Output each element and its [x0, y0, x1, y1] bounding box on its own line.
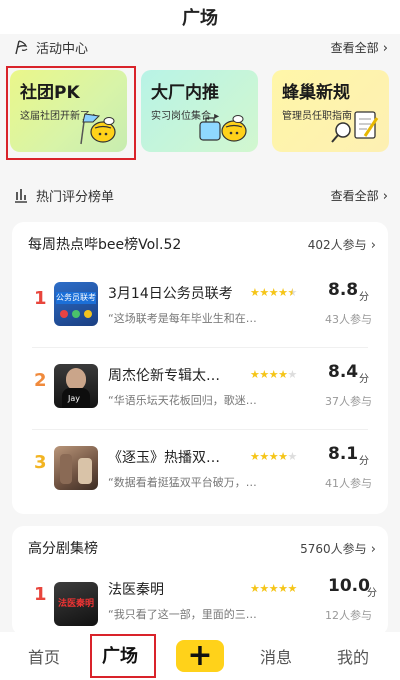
star-icon: ★	[268, 286, 279, 299]
score-unit: 分	[359, 374, 369, 385]
rank-number: 3	[34, 452, 47, 473]
item-participants: 12人参与	[325, 609, 372, 622]
list-header[interactable]: 高分剧集榜 5760人参与	[12, 526, 388, 570]
list-title: 高分剧集榜	[28, 541, 98, 557]
star-icon: ★	[259, 450, 269, 463]
star-icon: ★	[250, 368, 260, 381]
magnifier-notebook-icon	[331, 111, 379, 143]
page-title: 广场	[182, 8, 218, 29]
activity-card-title: 大厂内推	[151, 83, 219, 103]
star-icon: ★	[278, 582, 288, 595]
add-post-button[interactable]: +	[176, 640, 224, 672]
star-icon: ★	[268, 450, 279, 463]
item-quote: “我只看了这一部，里面的三…	[108, 608, 257, 621]
activity-cards: 社团PK 这届社团开新了 大厂内推 实习岗位集合 蜂巢新规 管理员任职指南	[10, 66, 390, 154]
item-participants: 41人参与	[325, 477, 372, 490]
tab-messages[interactable]: 消息	[260, 644, 292, 668]
item-title: 《逐玉》热播双…	[108, 450, 220, 466]
thumbnail-label: 法医秦明	[57, 599, 94, 609]
activity-card-title: 蜂巢新规	[282, 83, 350, 103]
ranking-view-all-link[interactable]: 查看全部	[331, 187, 388, 204]
ranking-row[interactable]: 1 法医秦明 法医秦明 “我只看了这一部，里面的三… ★★★★★ 10.0 分 …	[12, 570, 388, 636]
tab-square[interactable]: 广场	[102, 642, 138, 668]
thumbnail-label: 公务员联考	[56, 292, 96, 304]
item-thumbnail: Jay	[54, 364, 98, 408]
star-icon: ★	[287, 286, 298, 299]
item-thumbnail: 公务员联考	[54, 282, 98, 326]
activity-card-referral[interactable]: 大厂内推 实习岗位集合	[141, 70, 258, 152]
list-participants: 402人参与	[308, 236, 376, 253]
item-title: 周杰伦新专辑太…	[108, 368, 220, 384]
star-rating: ★★★★★	[250, 582, 297, 595]
item-quote: “这场联考是每年毕业生和在…	[108, 312, 257, 325]
score-unit: 分	[367, 588, 377, 599]
activity-section-title: 活动中心	[36, 41, 89, 57]
ranking-section-title: 热门评分榜单	[36, 189, 115, 205]
rank-number: 2	[34, 370, 47, 391]
star-icon: ★	[278, 450, 288, 463]
item-participants: 37人参与	[325, 395, 372, 408]
activity-card-club-pk[interactable]: 社团PK 这届社团开新了	[10, 70, 127, 152]
item-quote: “华语乐坛天花板回归，歌迷…	[108, 394, 257, 407]
star-icon: ★	[268, 582, 279, 595]
ranking-row[interactable]: 1 公务员联考 3月14日公务员联考 “这场联考是每年毕业生和在… ★★★★★ …	[12, 266, 388, 348]
star-icon: ★	[278, 286, 288, 299]
star-icon: ★	[250, 286, 260, 299]
star-icon: ★	[268, 368, 279, 381]
top-drama-list-card: 高分剧集榜 5760人参与 1 法医秦明 法医秦明 “我只看了这一部，里面的三……	[12, 526, 388, 636]
item-score: 8.8	[328, 280, 359, 300]
list-participants: 5760人参与	[300, 540, 376, 557]
activity-card-new-rules[interactable]: 蜂巢新规 管理员任职指南	[272, 70, 389, 152]
item-score: 8.1	[328, 444, 359, 464]
star-icon: ★	[250, 582, 260, 595]
star-rating: ★★★★★	[250, 368, 297, 381]
bee-flag-mascot-icon	[80, 113, 116, 145]
ranking-row[interactable]: 2 Jay 周杰伦新专辑太… “华语乐坛天花板回归，歌迷… ★★★★★ 8.4 …	[12, 348, 388, 430]
star-icon: ★	[287, 450, 298, 463]
top-header: 广场	[0, 0, 400, 34]
item-title: 法医秦明	[108, 582, 164, 598]
bar-chart-icon	[12, 186, 30, 204]
bee-briefcase-mascot-icon	[199, 115, 247, 142]
star-rating: ★★★★★	[250, 450, 297, 463]
item-thumbnail	[54, 446, 98, 490]
activity-view-all-link[interactable]: 查看全部	[331, 39, 388, 56]
star-rating: ★★★★★	[250, 286, 297, 299]
item-score: 10.0	[328, 576, 370, 596]
rank-number: 1	[34, 584, 47, 605]
activity-pennant-icon	[12, 38, 30, 56]
star-icon: ★	[250, 450, 260, 463]
tab-home[interactable]: 首页	[28, 644, 60, 668]
star-icon: ★	[259, 368, 269, 381]
star-icon: ★	[287, 582, 298, 595]
item-title: 3月14日公务员联考	[108, 286, 233, 302]
ranking-section-header: 热门评分榜单 查看全部	[12, 183, 388, 207]
weekly-hot-list-card: 每周热点哔bee榜Vol.52 402人参与 1 公务员联考 3月14日公务员联…	[12, 222, 388, 514]
ranking-row[interactable]: 3 《逐玉》热播双… “数据看着挺猛双平台破万，… ★★★★★ 8.1 分 41…	[12, 430, 388, 512]
item-thumbnail: 法医秦明	[54, 582, 98, 626]
rank-number: 1	[34, 288, 47, 309]
star-icon: ★	[287, 368, 298, 381]
star-icon: ★	[259, 286, 269, 299]
thumbnail-label: Jay	[68, 394, 80, 403]
score-unit: 分	[359, 292, 369, 303]
star-icon: ★	[259, 582, 269, 595]
activity-card-title: 社团PK	[20, 83, 80, 103]
bottom-tab-bar: 首页 广场 + 消息 我的	[0, 632, 400, 680]
tab-mine[interactable]: 我的	[337, 644, 369, 668]
item-score: 8.4	[328, 362, 359, 382]
item-quote: “数据看着挺猛双平台破万，…	[108, 476, 257, 489]
item-participants: 43人参与	[325, 313, 372, 326]
activity-section-header: 活动中心 查看全部	[12, 35, 388, 59]
list-title: 每周热点哔bee榜Vol.52	[28, 237, 182, 253]
list-header[interactable]: 每周热点哔bee榜Vol.52 402人参与	[12, 222, 388, 266]
score-unit: 分	[359, 456, 369, 467]
star-icon: ★	[278, 368, 288, 381]
